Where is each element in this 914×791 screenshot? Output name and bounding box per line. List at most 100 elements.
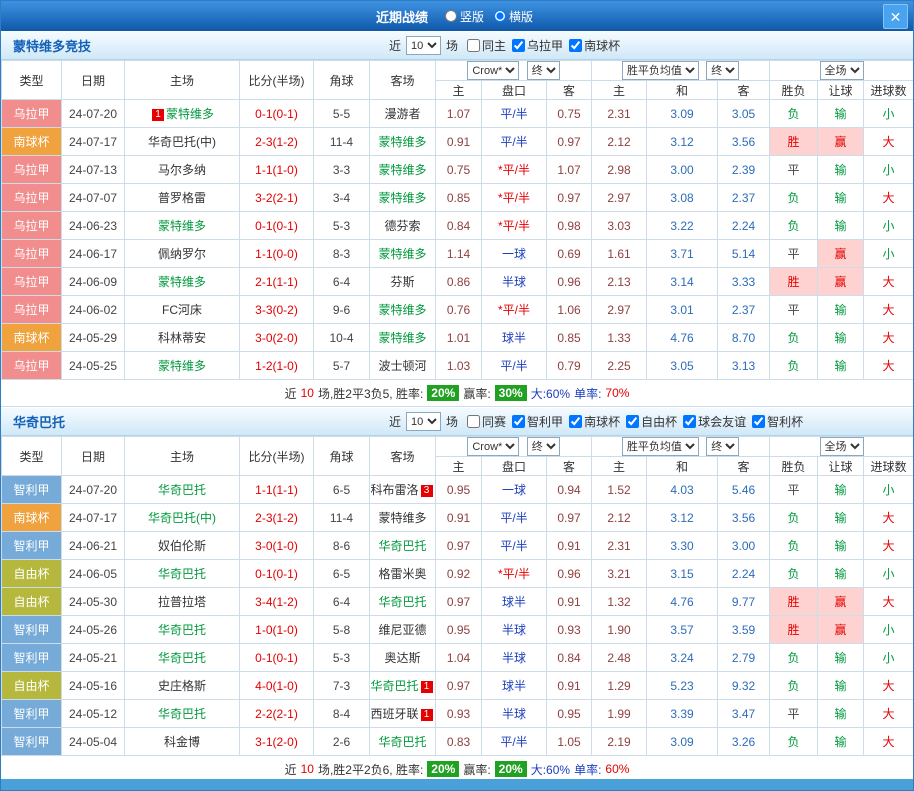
- single-rate-label: 单率:: [574, 761, 601, 778]
- league-cell: 乌拉甲: [2, 156, 62, 184]
- filter-checkbox-input[interactable]: [752, 415, 765, 428]
- result-cell: 负: [770, 644, 818, 672]
- odds-group-header: Crow* 终: [436, 61, 592, 81]
- score-cell: 0-1(0-1): [240, 212, 314, 240]
- match-count-select[interactable]: 10: [406, 36, 441, 55]
- avg-group-header: 胜平负均值 终: [592, 437, 770, 457]
- filter-checkbox-input[interactable]: [626, 415, 639, 428]
- filter-checkbox-input[interactable]: [467, 39, 480, 52]
- handicap-cell: 平/半: [482, 728, 547, 756]
- home-team-cell: 华奇巴托: [125, 476, 240, 504]
- team-name: 华奇巴托: [378, 595, 426, 609]
- date-cell: 24-07-17: [62, 128, 125, 156]
- handicap-result-cell: 输: [818, 296, 864, 324]
- handicap-result-cell: 输: [818, 504, 864, 532]
- window-title-bar: 近期战绩 竖版 横版 ✕: [1, 1, 913, 31]
- corner-cell: 8-4: [314, 700, 370, 728]
- corner-cell: 8-6: [314, 532, 370, 560]
- subcol-handicap: 盘口: [482, 81, 547, 100]
- red-card-badge: 1: [421, 681, 433, 693]
- handicap-result-cell: 输: [818, 352, 864, 380]
- filter-checkbox-input[interactable]: [512, 415, 525, 428]
- avg-draw-cell: 3.39: [647, 700, 718, 728]
- date-cell: 24-05-25: [62, 352, 125, 380]
- filter-checkbox[interactable]: 南球杯: [569, 37, 620, 54]
- league-cell: 乌拉甲: [2, 212, 62, 240]
- avg-home-cell: 2.25: [592, 352, 647, 380]
- layout-radio-horizontal[interactable]: 横版: [494, 8, 533, 25]
- league-cell: 南球杯: [2, 504, 62, 532]
- avg-draw-cell: 3.09: [647, 100, 718, 128]
- match-count-select[interactable]: 10: [406, 412, 441, 431]
- vertical-radio-input[interactable]: [445, 10, 457, 22]
- league-cell: 智利甲: [2, 644, 62, 672]
- subcol-odds-away: 客: [547, 81, 592, 100]
- home-odds-cell: 0.95: [436, 476, 482, 504]
- away-odds-cell: 1.06: [547, 296, 592, 324]
- layout-radio-vertical[interactable]: 竖版: [445, 8, 484, 25]
- col-score: 比分(半场): [240, 61, 314, 100]
- filter-checkbox[interactable]: 球会友谊: [683, 413, 746, 430]
- result-cell: 负: [770, 504, 818, 532]
- filter-checkbox[interactable]: 同主: [467, 37, 506, 54]
- result-cell: 负: [770, 212, 818, 240]
- filter-checkbox-input[interactable]: [569, 39, 582, 52]
- date-cell: 24-05-30: [62, 588, 125, 616]
- filter-checkbox[interactable]: 自由杯: [626, 413, 677, 430]
- filter-checkbox-input[interactable]: [467, 415, 480, 428]
- subcol-odds-away: 客: [547, 457, 592, 476]
- home-team-cell: 蒙特维多: [125, 352, 240, 380]
- home-odds-cell: 0.95: [436, 616, 482, 644]
- home-team-cell: 华奇巴托: [125, 560, 240, 588]
- filter-checkbox[interactable]: 南球杯: [569, 413, 620, 430]
- filter-checkbox-input[interactable]: [569, 415, 582, 428]
- result-cell: 平: [770, 296, 818, 324]
- filter-checkbox-input[interactable]: [683, 415, 696, 428]
- subcol-avg-draw: 和: [647, 457, 718, 476]
- home-team-cell: 马尔多纳: [125, 156, 240, 184]
- filter-checkbox[interactable]: 智利杯: [752, 413, 803, 430]
- close-icon[interactable]: ✕: [883, 4, 908, 29]
- filter-checkbox[interactable]: 智利甲: [512, 413, 563, 430]
- score-cell: 1-0(1-0): [240, 616, 314, 644]
- avg-select[interactable]: 胜平负均值: [622, 61, 699, 80]
- team-name: 蒙特维多: [378, 511, 426, 525]
- filter-checkbox[interactable]: 同赛: [467, 413, 506, 430]
- odds-company-select[interactable]: Crow*: [467, 61, 519, 80]
- away-team-cell: 蒙特维多: [370, 156, 436, 184]
- team-name: 蒙特维多: [378, 247, 426, 261]
- home-odds-cell: 1.04: [436, 644, 482, 672]
- home-odds-cell: 1.03: [436, 352, 482, 380]
- odds-state-select[interactable]: 终: [527, 437, 560, 456]
- corner-cell: 8-3: [314, 240, 370, 268]
- home-odds-cell: 0.83: [436, 728, 482, 756]
- subcol-odds-home: 主: [436, 457, 482, 476]
- handicap-result-cell: 输: [818, 184, 864, 212]
- avg-select[interactable]: 胜平负均值: [622, 437, 699, 456]
- odds-state-select[interactable]: 终: [527, 61, 560, 80]
- filter-checkbox[interactable]: 乌拉甲: [512, 37, 563, 54]
- date-cell: 24-05-04: [62, 728, 125, 756]
- home-odds-cell: 0.93: [436, 700, 482, 728]
- single-rate-label: 单率:: [574, 385, 601, 402]
- avg-state-select[interactable]: 终: [706, 437, 739, 456]
- avg-away-cell: 2.37: [718, 184, 770, 212]
- handicap-cell: 球半: [482, 672, 547, 700]
- avg-group-header: 胜平负均值 终: [592, 61, 770, 81]
- home-team-cell: 华奇巴托: [125, 616, 240, 644]
- filter-checkbox-label: 乌拉甲: [527, 37, 563, 54]
- team-name: 德芬索: [384, 219, 420, 233]
- scope-select[interactable]: 全场: [820, 437, 864, 456]
- filter-checkbox-input[interactable]: [512, 39, 525, 52]
- match-row: 南球杯24-07-17华奇巴托(中)2-3(1-2)11-4蒙特维多0.91平/…: [2, 504, 914, 532]
- subcol-avg-away: 客: [718, 457, 770, 476]
- red-card-badge: 1: [421, 709, 433, 721]
- handicap-result-cell: 输: [818, 560, 864, 588]
- odds-company-select[interactable]: Crow*: [467, 437, 519, 456]
- horizontal-radio-input[interactable]: [494, 10, 506, 22]
- avg-home-cell: 3.03: [592, 212, 647, 240]
- avg-state-select[interactable]: 终: [706, 61, 739, 80]
- scope-select[interactable]: 全场: [820, 61, 864, 80]
- filter-bar: 近 10 场 同主乌拉甲南球杯: [389, 32, 620, 59]
- team-name: 华奇巴托: [158, 623, 206, 637]
